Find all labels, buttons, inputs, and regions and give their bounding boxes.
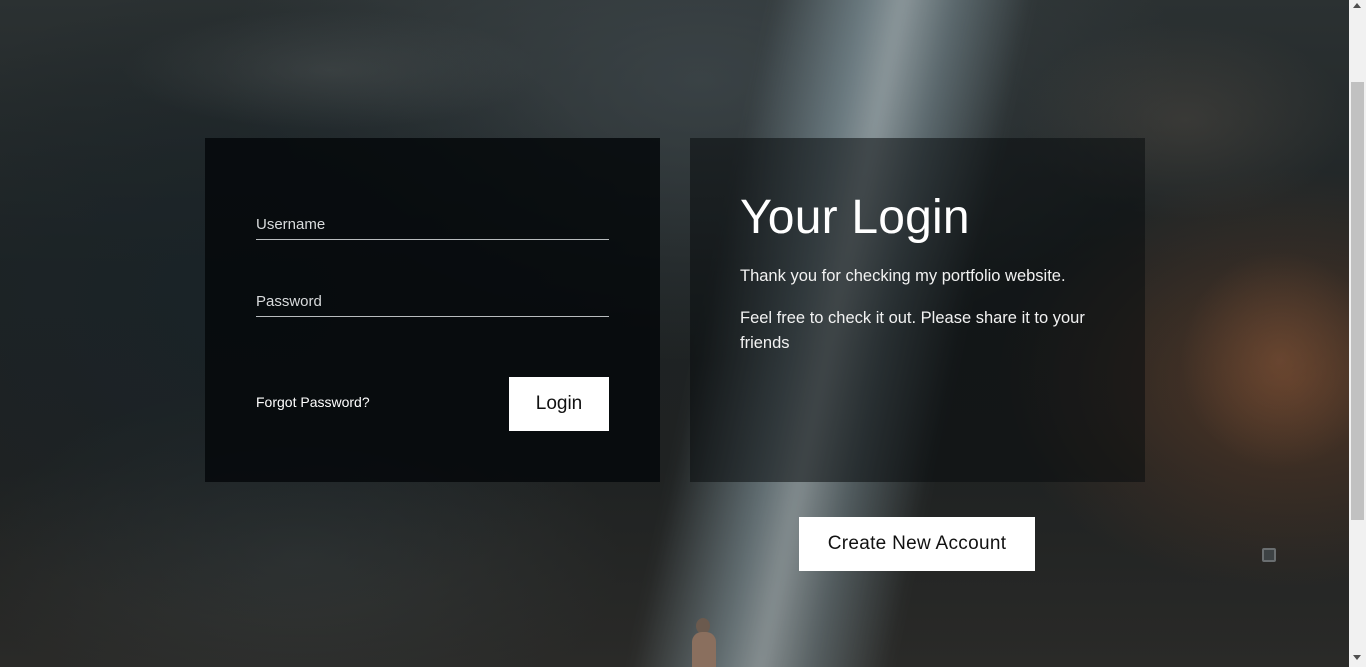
password-field-wrapper: [256, 277, 609, 317]
person-body: [692, 632, 716, 667]
info-panel: Your Login Thank you for checking my por…: [690, 138, 1145, 482]
info-title: Your Login: [740, 191, 970, 244]
person-figure: [690, 618, 718, 667]
info-paragraph-share: Feel free to check it out. Please share …: [740, 309, 1085, 352]
cave-rock-texture: [120, 10, 540, 130]
username-field-wrapper: [256, 200, 609, 240]
forgot-password-link[interactable]: Forgot Password?: [256, 394, 370, 410]
background-image: [0, 0, 1349, 667]
page-scrollbar[interactable]: [1349, 0, 1366, 667]
login-button[interactable]: Login: [509, 377, 609, 431]
scroll-up-arrow-icon[interactable]: [1353, 3, 1361, 8]
background-marker: [1262, 548, 1276, 562]
info-paragraph-thanks: Thank you for checking my portfolio webs…: [740, 267, 1066, 285]
username-input[interactable]: [256, 200, 609, 239]
cave-rock-texture: [1180, 250, 1349, 470]
scroll-thumb[interactable]: [1351, 82, 1364, 520]
create-account-button[interactable]: Create New Account: [799, 517, 1035, 571]
scroll-down-arrow-icon[interactable]: [1353, 655, 1361, 660]
password-input[interactable]: [256, 277, 609, 316]
login-panel: Forgot Password? Login: [205, 138, 660, 482]
